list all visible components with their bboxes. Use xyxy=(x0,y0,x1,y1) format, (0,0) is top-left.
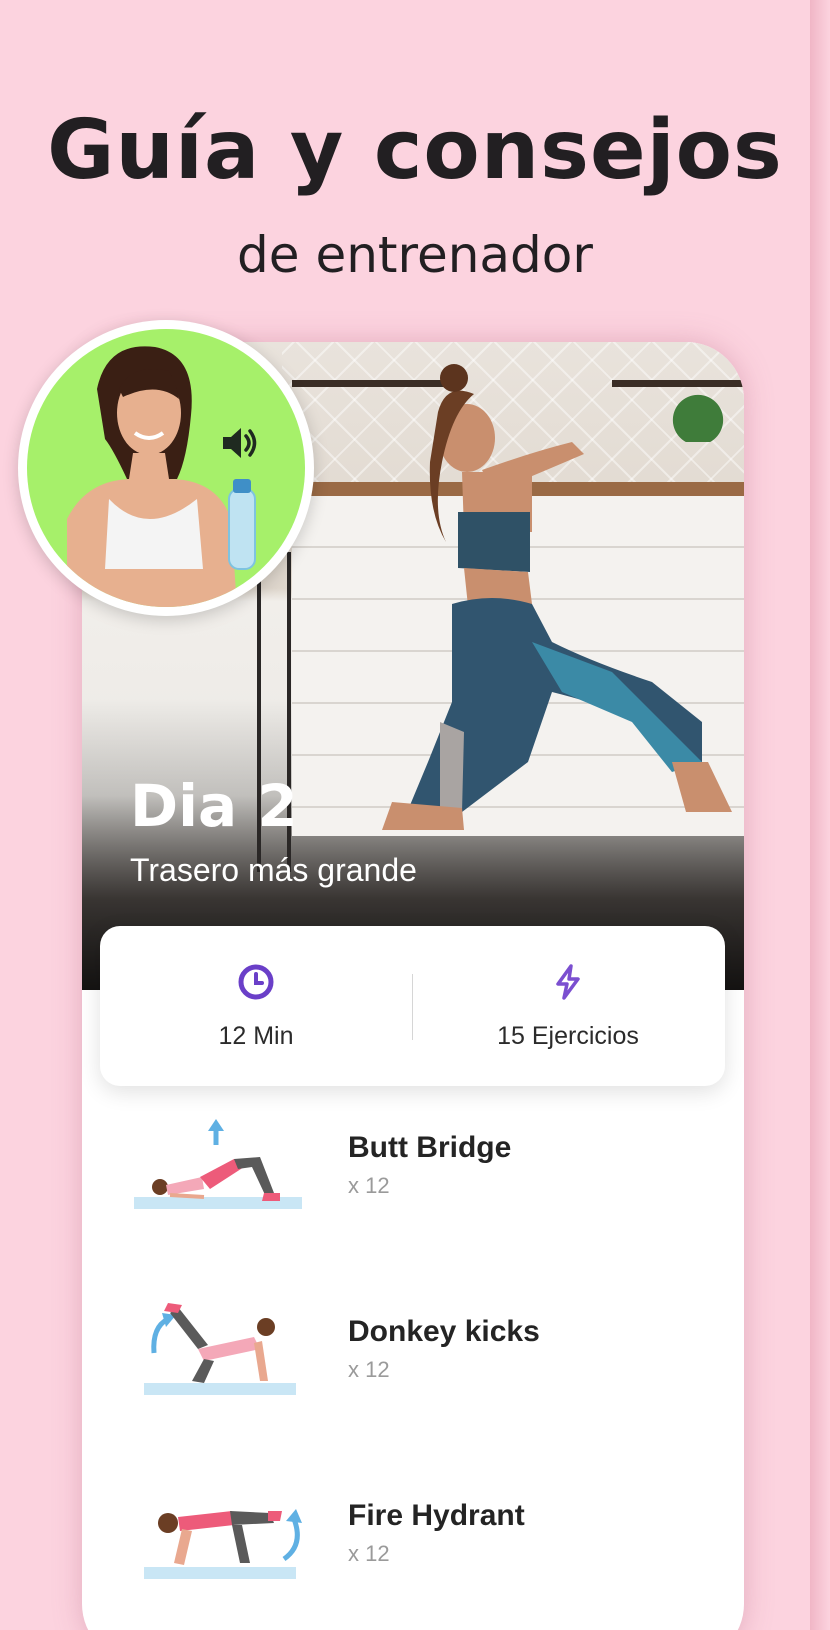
donkey-kicks-illustration xyxy=(144,1303,296,1395)
coach-avatar-background xyxy=(27,329,305,607)
exercise-item[interactable]: Butt Bridge x 12 xyxy=(82,1107,744,1227)
lightning-icon xyxy=(556,964,580,1000)
exercise-name: Donkey kicks xyxy=(348,1315,540,1348)
coach-image xyxy=(67,346,256,607)
speaker-icon[interactable] xyxy=(217,421,261,465)
promo-headline: Guía y consejos xyxy=(47,103,783,198)
promo-subheadline: de entrenador xyxy=(237,226,593,284)
exercise-reps: x 12 xyxy=(348,1541,390,1566)
exercise-item[interactable]: Donkey kicks x 12 xyxy=(82,1291,744,1411)
exercise-count-value: 15 Ejercicios xyxy=(497,1022,639,1050)
exercise-name: Fire Hydrant xyxy=(348,1499,525,1532)
duration-stat: 12 Min xyxy=(100,926,412,1086)
fire-hydrant-illustration xyxy=(144,1509,302,1579)
duration-value: 12 Min xyxy=(218,1022,294,1050)
exercise-reps: x 12 xyxy=(348,1173,390,1198)
coach-avatar[interactable] xyxy=(18,320,314,616)
exercise-item[interactable]: Fire Hydrant x 12 xyxy=(82,1475,744,1595)
workout-stats-card: 12 Min 15 Ejercicios xyxy=(100,926,725,1086)
lunging-woman-image xyxy=(382,364,732,830)
butt-bridge-illustration xyxy=(134,1119,302,1209)
exercise-reps: x 12 xyxy=(348,1357,390,1382)
clock-icon xyxy=(238,964,274,1000)
page-edge-shadow xyxy=(810,0,830,1630)
exercise-name: Butt Bridge xyxy=(348,1131,512,1164)
day-subtitle: Trasero más grande xyxy=(130,852,417,888)
exercise-count-stat: 15 Ejercicios xyxy=(412,926,724,1086)
day-title: Dia 2 xyxy=(130,772,298,840)
